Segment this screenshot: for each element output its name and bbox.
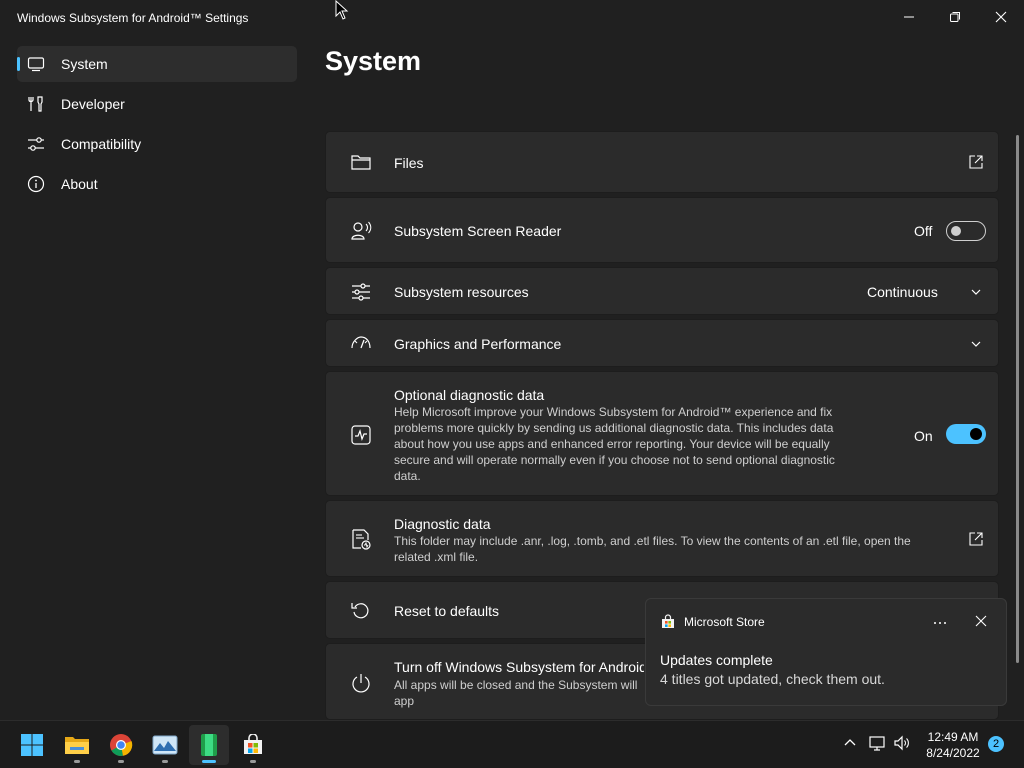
diagnostic-data-title: Diagnostic data: [394, 516, 491, 532]
chevron-down-icon[interactable]: [968, 336, 984, 352]
screen-reader-title: Subsystem Screen Reader: [394, 223, 562, 239]
store-icon: [244, 734, 262, 754]
scrollbar[interactable]: [1016, 135, 1019, 663]
running-indicator: [250, 760, 256, 763]
minimize-button[interactable]: [886, 0, 932, 34]
optional-diagnostic-toggle[interactable]: [946, 424, 986, 444]
power-icon: [352, 674, 370, 693]
sidebar-item-label: Developer: [61, 96, 125, 112]
screen-reader-card: Subsystem Screen Reader Off: [325, 197, 999, 263]
laptop-icon: [27, 57, 45, 72]
start-icon: [21, 734, 43, 756]
graphics-card[interactable]: Graphics and Performance: [325, 319, 999, 367]
active-indicator: [202, 760, 216, 763]
window-title: Windows Subsystem for Android™ Settings: [17, 11, 249, 25]
optional-diagnostic-state: On: [914, 428, 933, 444]
volume-icon[interactable]: [893, 734, 911, 752]
file-explorer-button[interactable]: [57, 725, 97, 765]
sliders-icon: [28, 137, 44, 151]
more-options-icon[interactable]: [932, 615, 948, 631]
file-explorer-icon: [65, 737, 89, 754]
close-button[interactable]: [978, 0, 1024, 34]
notification-badge[interactable]: 2: [988, 736, 1004, 752]
optional-diagnostic-description: Help Microsoft improve your Windows Subs…: [394, 405, 835, 483]
screen-reader-state: Off: [914, 223, 933, 239]
diagnostic-data-card[interactable]: Diagnostic data This folder may include …: [325, 500, 999, 577]
android-settings-button[interactable]: [189, 725, 229, 765]
chrome-button[interactable]: [101, 725, 141, 765]
resources-title: Subsystem resources: [394, 284, 529, 300]
turn-off-description-line2: app: [394, 694, 415, 708]
chevron-down-icon[interactable]: [968, 284, 984, 300]
files-title: Files: [394, 155, 424, 171]
activity-icon: [351, 425, 371, 445]
toast-app-name: Microsoft Store: [684, 615, 765, 629]
folder-icon: [351, 155, 371, 170]
chevron-up-icon[interactable]: [841, 734, 859, 752]
clock-date: 8/24/2022: [926, 746, 980, 760]
running-indicator: [118, 760, 124, 763]
diagnostic-file-icon: [352, 529, 371, 550]
resources-card[interactable]: Subsystem resources Continuous: [325, 267, 999, 315]
reset-title: Reset to defaults: [394, 603, 500, 619]
sidebar-item-system[interactable]: System: [17, 46, 297, 82]
sliders-icon: [352, 283, 370, 301]
chrome-icon: [110, 734, 133, 756]
store-button[interactable]: [233, 725, 273, 765]
open-external-icon[interactable]: [968, 154, 984, 170]
optional-diagnostic-title: Optional diagnostic data: [394, 387, 545, 403]
screen-reader-toggle[interactable]: [946, 221, 986, 241]
sidebar-item-developer[interactable]: Developer: [17, 86, 297, 122]
running-indicator: [74, 760, 80, 763]
toggle-knob: [970, 428, 982, 440]
screen-reader-icon: [351, 221, 372, 240]
minimize-icon: [904, 16, 914, 18]
gauge-icon: [351, 336, 371, 349]
files-card[interactable]: Files: [325, 131, 999, 193]
clock-time: 12:49 AM: [927, 730, 979, 744]
photos-icon: [152, 735, 178, 755]
sidebar-item-label: About: [61, 176, 98, 192]
network-icon[interactable]: [868, 734, 886, 752]
taskbar-clock[interactable]: 12:49 AM 8/24/2022: [920, 729, 986, 761]
running-indicator: [162, 760, 168, 763]
title-bar: Windows Subsystem for Android™ Settings: [0, 0, 1024, 36]
tools-icon: [28, 96, 43, 112]
graphics-title: Graphics and Performance: [394, 336, 562, 352]
open-external-icon[interactable]: [968, 531, 984, 547]
android-settings-icon: [201, 734, 217, 756]
sidebar-item-about[interactable]: About: [17, 166, 297, 202]
close-icon[interactable]: [975, 615, 987, 627]
maximize-button[interactable]: [932, 0, 978, 34]
sidebar-item-label: System: [61, 56, 108, 72]
close-icon: [995, 11, 1007, 23]
restore-icon: [950, 12, 960, 22]
info-icon: [27, 175, 45, 193]
toast-title: Updates complete: [660, 652, 773, 668]
active-indicator: [17, 57, 20, 71]
sidebar-item-label: Compatibility: [61, 136, 142, 152]
sidebar-item-compatibility[interactable]: Compatibility: [17, 126, 297, 162]
start-button[interactable]: [12, 725, 52, 765]
turn-off-description: All apps will be closed and the Subsyste…: [394, 678, 638, 692]
toast-body: 4 titles got updated, check them out.: [660, 671, 885, 687]
page-title: System: [325, 46, 422, 76]
turn-off-title: Turn off Windows Subsystem for Android: [394, 659, 644, 675]
diagnostic-data-description: This folder may include .anr, .log, .tom…: [394, 534, 911, 564]
toast-notification[interactable]: Microsoft Store Updates complete 4 title…: [645, 598, 1007, 706]
photos-button[interactable]: [145, 725, 185, 765]
optional-diagnostic-card: Optional diagnostic data Help Microsoft …: [325, 371, 999, 496]
reset-icon: [351, 603, 369, 619]
mouse-cursor-icon: [335, 0, 349, 20]
resources-dropdown-value[interactable]: Continuous: [867, 284, 938, 300]
toggle-knob: [951, 226, 961, 236]
store-icon: [662, 614, 674, 628]
